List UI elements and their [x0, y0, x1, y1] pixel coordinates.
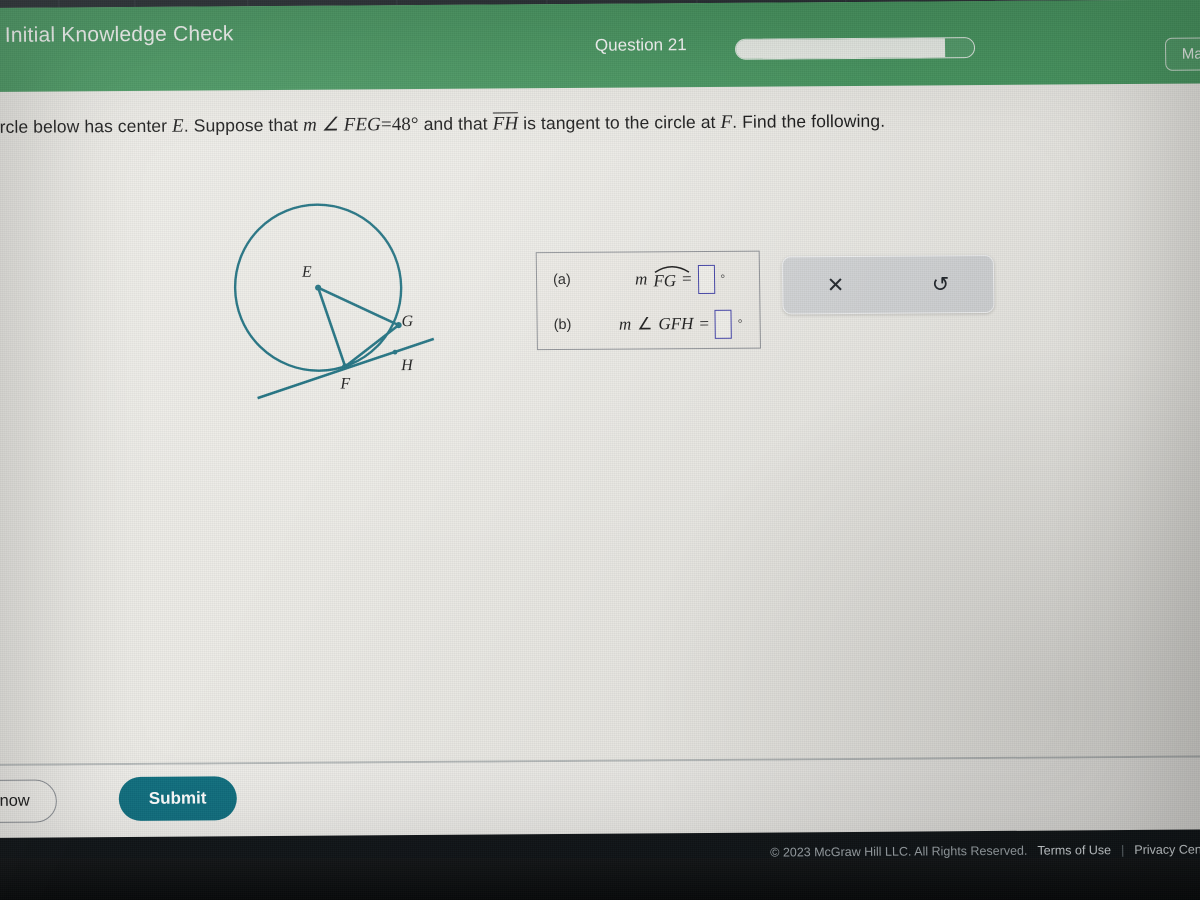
angle-icon: ∠ [637, 314, 653, 334]
undo-button[interactable]: ↺ [888, 271, 993, 297]
degree-symbol-b: ° [737, 317, 743, 330]
prompt-angle-value: 48° [391, 113, 419, 136]
clear-button[interactable]: ✕ [783, 272, 888, 298]
prompt-text-2: . Suppose that [183, 114, 299, 136]
arc-label-fg: FG [653, 270, 677, 290]
figure-label-f: F [340, 375, 351, 393]
figure-label-e: E [301, 263, 312, 281]
question-content: e circle below has center E. Suppose tha… [0, 83, 1200, 764]
privacy-center-link[interactable]: Privacy Center [1134, 842, 1200, 857]
figure-label-h: H [401, 357, 413, 375]
answer-row-a: (a) m FG = ° [537, 255, 760, 305]
angle-label-gfh: GFH [658, 314, 694, 334]
prompt-center-label: E [171, 115, 184, 137]
degree-symbol-a: ° [720, 272, 726, 285]
action-bar: on't Know Submit [0, 757, 1200, 838]
equals-sign-b: = [699, 313, 710, 334]
prompt-text-4: is tangent to the circle at [523, 111, 716, 134]
answer-letter-b: (b) [553, 316, 572, 334]
question-label: Question 21 [594, 35, 687, 55]
prompt-angle-expression: m ∠ FEG [302, 114, 382, 136]
terms-of-use-link[interactable]: Terms of Use [1037, 843, 1111, 858]
app-header: Initial Knowledge Check Question 21 Mac [0, 0, 1200, 92]
dont-know-button[interactable]: on't Know [0, 779, 58, 824]
answer-input-b[interactable] [714, 309, 733, 339]
answer-expression-a: m FG = ° [601, 264, 759, 294]
prompt-tangent-point: F [720, 111, 733, 133]
screen-content: □ ▢ □ gmuy o... C NECKLACE... ◐ New Arri… [0, 0, 1200, 874]
header-action-button[interactable]: Mac [1164, 37, 1200, 71]
monitor-photo: □ ▢ □ gmuy o... C NECKLACE... ◐ New Arri… [0, 0, 1200, 900]
answer-expression-b: m ∠ GFH = ° [601, 309, 759, 339]
submit-button[interactable]: Submit [118, 776, 237, 822]
answer-row-b: (b) m ∠ GFH = ° [537, 300, 760, 350]
progress-bar [734, 37, 976, 60]
prompt-text-3: and that [423, 113, 488, 134]
progress-bar-fill [735, 38, 946, 59]
footer-separator: | [1120, 843, 1125, 858]
arc-notation-fg: FG [653, 265, 690, 291]
prompt-segment-fh: FH [492, 112, 519, 135]
figure-label-g: G [401, 313, 414, 331]
measure-symbol-a: m [634, 269, 648, 289]
prompt-text-5: . Find the following. [732, 110, 886, 132]
prompt-text-1: e circle below has center [0, 115, 168, 137]
question-prompt: e circle below has center E. Suppose tha… [0, 106, 1072, 142]
page-title: Initial Knowledge Check [4, 22, 234, 47]
measure-symbol-b: m [618, 314, 632, 334]
prompt-equals: = [380, 114, 392, 136]
answer-input-a[interactable] [697, 264, 715, 294]
arc-icon [654, 265, 690, 273]
geometry-figure: E G H F [217, 189, 480, 421]
answer-tool-palette: ✕ ↺ [781, 254, 995, 315]
answer-panel: (a) m FG = ° (b) m ∠ GFH = ° [535, 250, 761, 351]
answer-letter-a: (a) [552, 271, 571, 289]
monitor-bezel [0, 858, 1200, 900]
